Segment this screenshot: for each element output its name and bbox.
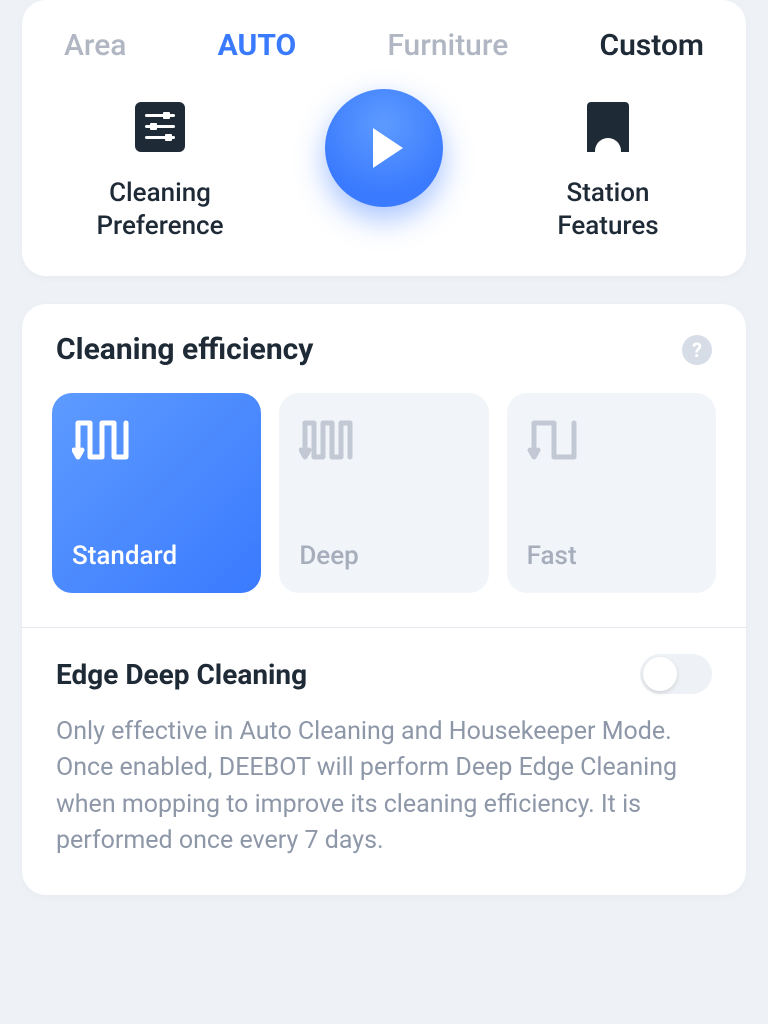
- edge-deep-cleaning-description: Only effective in Auto Cleaning and Hous…: [52, 714, 692, 859]
- station-features-button[interactable]: StationFeatures: [518, 93, 698, 242]
- help-icon[interactable]: ?: [682, 335, 712, 365]
- tab-furniture[interactable]: Furniture: [387, 28, 508, 63]
- cleaning-preference-label: CleaningPreference: [96, 177, 223, 242]
- tab-auto[interactable]: AUTO: [218, 28, 297, 63]
- deep-wave-icon: [299, 415, 468, 465]
- tab-custom[interactable]: Custom: [599, 28, 704, 63]
- mode-option-deep[interactable]: Deep: [279, 393, 488, 593]
- actions-row: CleaningPreference StationFeatures: [52, 93, 716, 242]
- station-icon: [580, 99, 636, 155]
- mode-label-deep: Deep: [299, 541, 468, 571]
- edge-deep-cleaning-toggle[interactable]: [640, 654, 712, 694]
- mode-option-fast[interactable]: Fast: [507, 393, 716, 593]
- efficiency-card: Cleaning efficiency ? Standard Deep: [22, 304, 746, 895]
- play-icon: [373, 128, 403, 168]
- efficiency-title: Cleaning efficiency: [56, 332, 313, 367]
- mode-option-standard[interactable]: Standard: [52, 393, 261, 593]
- mode-tabs: Area AUTO Furniture Custom: [52, 28, 716, 63]
- tab-area[interactable]: Area: [64, 28, 126, 63]
- standard-wave-icon: [72, 415, 241, 465]
- mode-card: Area AUTO Furniture Custom CleaningPrefe…: [22, 0, 746, 276]
- edge-deep-cleaning-row: Edge Deep Cleaning: [52, 654, 716, 694]
- fast-wave-icon: [527, 415, 696, 465]
- edge-deep-cleaning-title: Edge Deep Cleaning: [56, 658, 307, 691]
- cleaning-preference-button[interactable]: CleaningPreference: [70, 93, 250, 242]
- efficiency-header: Cleaning efficiency ?: [52, 332, 716, 367]
- divider: [22, 627, 746, 628]
- play-button[interactable]: [325, 89, 443, 207]
- station-features-label: StationFeatures: [557, 177, 658, 242]
- mode-label-standard: Standard: [72, 541, 241, 571]
- efficiency-modes: Standard Deep Fast: [52, 393, 716, 593]
- sliders-icon: [132, 99, 188, 155]
- mode-label-fast: Fast: [527, 541, 696, 571]
- toggle-knob: [643, 657, 677, 691]
